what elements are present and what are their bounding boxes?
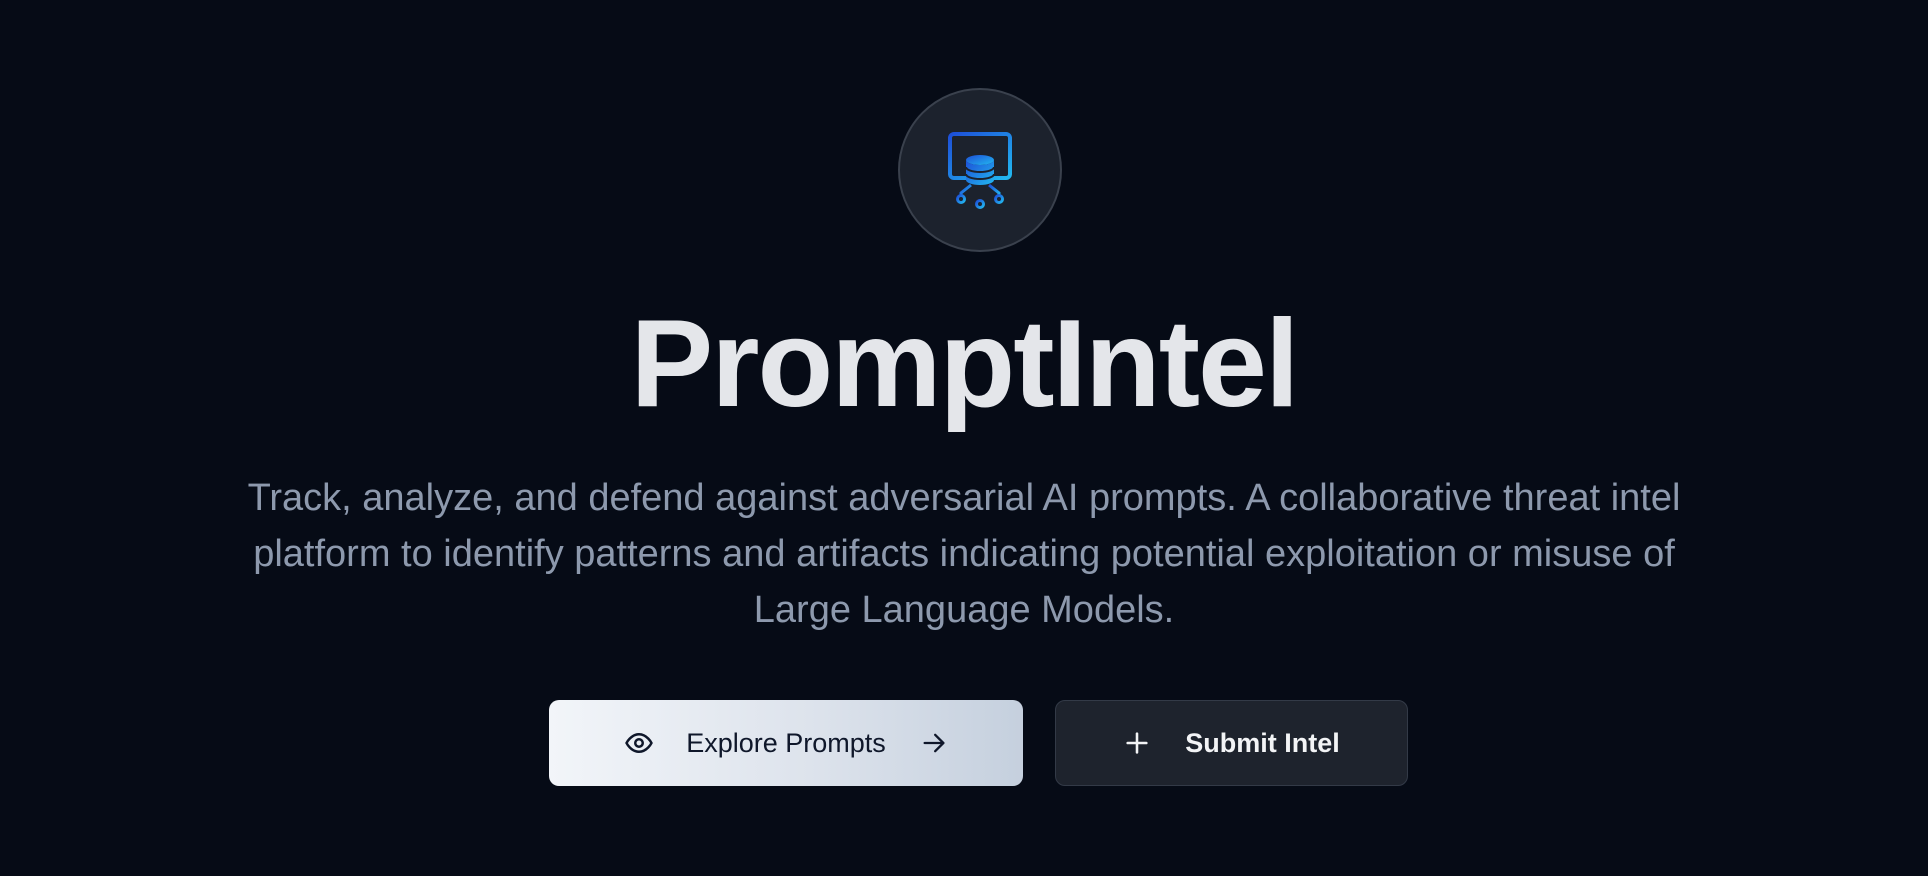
- explore-prompts-button[interactable]: Explore Prompts: [549, 700, 1023, 786]
- submit-intel-label: Submit Intel: [1185, 727, 1340, 758]
- logo-badge: [898, 88, 1062, 252]
- page-title: PromptIntel: [630, 295, 1300, 433]
- eye-icon: [624, 728, 654, 758]
- hero-section: PromptIntel Track, analyze, and defend a…: [0, 0, 1928, 876]
- submit-intel-button[interactable]: Submit Intel: [1055, 700, 1408, 786]
- arrow-right-icon: [920, 729, 948, 757]
- plus-icon: [1123, 729, 1151, 757]
- database-document-circuit-icon: [948, 132, 1012, 209]
- hero-description: Track, analyze, and defend against adver…: [247, 477, 1681, 631]
- explore-prompts-label: Explore Prompts: [686, 727, 886, 758]
